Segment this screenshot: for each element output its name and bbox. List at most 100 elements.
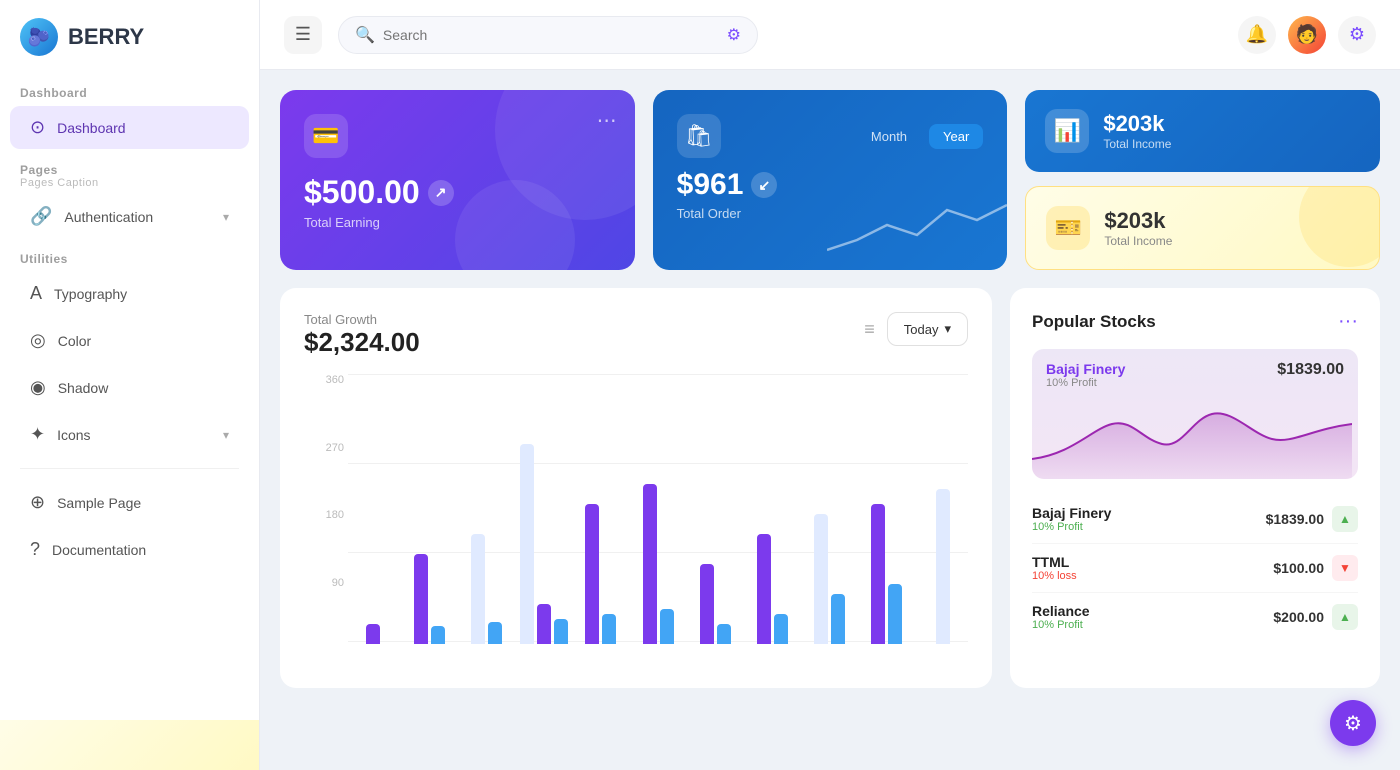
sidebar-item-sample-page[interactable]: ⊕ Sample Page [10, 481, 249, 524]
notification-button[interactable]: 🔔 [1238, 16, 1276, 54]
earning-card: 💳 ⋯ $500.00 ↗ Total Earning [280, 90, 635, 270]
bottom-row: Total Growth $2,324.00 ≡ Today ▾ 360 270… [280, 288, 1380, 688]
hamburger-button[interactable]: ☰ [284, 16, 322, 54]
sidebar-bottom [0, 720, 259, 770]
stocks-more-button[interactable]: ··· [1338, 310, 1358, 333]
stock-1-name: Bajaj Finery [1032, 505, 1111, 521]
sidebar-item-typography[interactable]: A Typography [10, 272, 249, 315]
income-blue-label: Total Income [1103, 137, 1171, 151]
chart-menu-icon[interactable]: ≡ [864, 319, 875, 340]
sidebar-item-dashboard[interactable]: ⊙ Dashboard [10, 106, 249, 149]
month-toggle-button[interactable]: Month [857, 124, 921, 149]
stock-row-3: Reliance 10% Profit $200.00 ▲ [1032, 593, 1358, 641]
bar-stack-1 [348, 624, 397, 644]
income-blue-amount: $203k [1103, 111, 1171, 137]
stock-1-sub: 10% Profit [1032, 521, 1111, 533]
stock-chart-area: Bajaj Finery 10% Profit $1839.00 [1032, 349, 1358, 479]
stocks-title: Popular Stocks [1032, 312, 1156, 332]
earning-menu-dots[interactable]: ⋯ [597, 108, 617, 133]
sidebar-item-shadow[interactable]: ◉ Shadow [10, 366, 249, 409]
stocks-header: Popular Stocks ··· [1032, 310, 1358, 333]
sidebar-item-sample-page-label: Sample Page [57, 495, 141, 511]
income-yellow-card: 🎫 $203k Total Income [1025, 186, 1380, 270]
filter-icon[interactable]: ⚙ [727, 25, 741, 45]
income-yellow-label: Total Income [1104, 234, 1172, 248]
growth-controls: ≡ Today ▾ [864, 312, 968, 346]
bar-group-11 [919, 374, 968, 644]
stock-chart-svg [1032, 399, 1352, 479]
bar-stack-5 [576, 504, 625, 644]
y-label-90: 90 [332, 577, 344, 589]
today-button[interactable]: Today ▾ [887, 312, 968, 346]
stock-row-1: Bajaj Finery 10% Profit $1839.00 ▲ [1032, 495, 1358, 544]
bar-purple-10 [871, 504, 885, 644]
stock-2-price: $100.00 [1273, 560, 1324, 576]
sidebar-divider [20, 468, 239, 469]
today-chevron-icon: ▾ [944, 321, 951, 337]
bar-stack-3 [462, 534, 511, 644]
bar-blue-10 [888, 584, 902, 644]
bar-light-9 [814, 514, 828, 644]
bar-group-8 [748, 374, 797, 644]
shadow-icon: ◉ [30, 377, 46, 398]
stock-2-sub: 10% loss [1032, 570, 1077, 582]
featured-stock-price: $1839.00 [1277, 361, 1344, 379]
settings-icon: ⚙ [1349, 24, 1365, 45]
stock-3-badge: ▲ [1332, 604, 1358, 630]
chart-container: 360 270 180 90 [304, 374, 968, 664]
bar-group-10 [862, 374, 911, 644]
color-icon: ◎ [30, 330, 46, 351]
chart-y-labels: 360 270 180 90 [304, 374, 344, 644]
notification-icon: 🔔 [1246, 24, 1268, 45]
sample-page-icon: ⊕ [30, 492, 45, 513]
bar-blue-4 [554, 619, 568, 644]
fab-button[interactable]: ⚙ [1330, 700, 1376, 746]
income-yellow-amount: $203k [1104, 208, 1172, 234]
bar-blue-5 [602, 614, 616, 644]
bar-stack-4 [519, 444, 568, 644]
sidebar-item-color[interactable]: ◎ Color [10, 319, 249, 362]
income-blue-icon: 📊 [1045, 109, 1089, 153]
growth-text: Total Growth $2,324.00 [304, 312, 420, 358]
bar-stack-6 [633, 484, 682, 644]
featured-stock-name: Bajaj Finery [1046, 361, 1125, 377]
sidebar-item-typography-label: Typography [54, 286, 127, 302]
stock-1-info: Bajaj Finery 10% Profit [1032, 505, 1111, 533]
bar-stack-10 [862, 504, 911, 644]
stock-3-price: $200.00 [1273, 609, 1324, 625]
auth-chevron-icon: ▾ [223, 210, 229, 224]
year-toggle-button[interactable]: Year [929, 124, 983, 149]
bar-group-1 [348, 374, 397, 644]
bar-blue-7 [717, 624, 731, 644]
bar-group-3 [462, 374, 511, 644]
bar-blue-3 [488, 622, 502, 644]
sidebar-item-documentation-label: Documentation [52, 542, 146, 558]
bar-blue-6 [660, 609, 674, 644]
order-top-row: 🛍 Month Year [677, 114, 984, 158]
search-input[interactable] [383, 27, 719, 43]
sidebar-item-documentation[interactable]: ? Documentation [10, 528, 249, 571]
sidebar-item-authentication[interactable]: 🔗 Authentication ▾ [10, 195, 249, 238]
avatar-emoji: 🧑 [1296, 24, 1318, 45]
app-logo: 🫐 BERRY [0, 0, 259, 74]
featured-stock-profit: 10% Profit [1046, 377, 1125, 389]
income-blue-card: 📊 $203k Total Income [1025, 90, 1380, 172]
growth-title: Total Growth [304, 312, 420, 327]
stock-list: Bajaj Finery 10% Profit $1839.00 ▲ TTML … [1032, 495, 1358, 641]
down-arrow-icon: ↙ [751, 172, 777, 198]
hamburger-icon: ☰ [295, 24, 311, 45]
settings-button[interactable]: ⚙ [1338, 16, 1376, 54]
growth-card: Total Growth $2,324.00 ≡ Today ▾ 360 270… [280, 288, 992, 688]
yellow-bg-circle [1299, 186, 1380, 267]
toggle-row: Month Year [857, 124, 983, 149]
cards-row: 💳 ⋯ $500.00 ↗ Total Earning 🛍 Month Year… [280, 90, 1380, 270]
bar-stack-11 [919, 489, 968, 644]
search-bar: 🔍 ⚙ [338, 16, 758, 54]
stock-1-badge: ▲ [1332, 506, 1358, 532]
bar-light-11 [936, 489, 950, 644]
sidebar-item-icons[interactable]: ✦ Icons ▾ [10, 413, 249, 456]
section-utilities-label: Utilities [0, 240, 259, 270]
bar-purple-5 [585, 504, 599, 644]
bar-purple-8 [757, 534, 771, 644]
search-icon: 🔍 [355, 25, 375, 45]
